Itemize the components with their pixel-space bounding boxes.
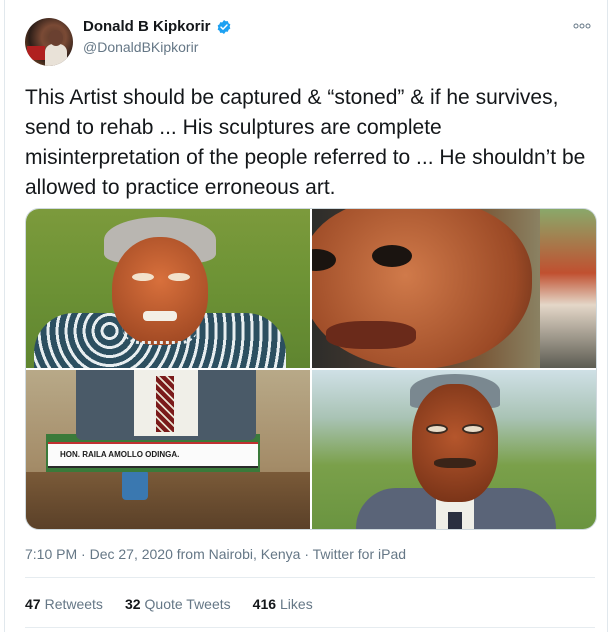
media-photo-2[interactable] [312,209,596,368]
media-photo-4[interactable] [312,370,596,529]
avatar-face-detail [49,30,63,46]
quote-tweets-count: 32 [124,596,141,612]
author-avatar[interactable] [25,18,73,66]
background-detail [540,209,596,368]
avatar-flag-detail [27,46,45,60]
author-handle[interactable]: @DonaldBKipkorir [83,39,198,55]
more-options-icon[interactable] [573,20,591,30]
sculpture-mustache [434,458,476,468]
sculpture-lip [326,321,416,349]
wooden-bench [26,472,310,529]
sculpture-head [412,384,498,502]
retweets-count: 47 [25,596,41,612]
tweet-media-grid: HON. RAILA AMOLLO ODINGA. [25,208,597,530]
blue-object [122,470,148,500]
likes-label: Likes [280,596,313,612]
divider [25,577,595,578]
divider [25,627,595,628]
sculpture-eye [426,424,448,434]
likes-count: 416 [252,596,277,612]
sculpture-eye [462,424,484,434]
verified-badge-icon [217,19,230,34]
sculpture-mouth [143,311,177,321]
sculpture-name-plaque: HON. RAILA AMOLLO ODINGA. [48,442,258,468]
tweet-stats: 47 Retweets 32 Quote Tweets 416 Likes [25,596,313,612]
tweet-timestamp[interactable]: 7:10 PM · Dec 27, 2020 from Nairobi, Ken… [25,546,406,562]
sculpture-tie [156,376,174,432]
sculpture-eye [132,273,154,281]
likes-stat[interactable]: 416 Likes [253,596,313,612]
tweet-header: Donald B Kipkorir @DonaldBKipkorir [25,16,595,66]
retweets-stat[interactable]: 47 Retweets [25,596,103,612]
media-photo-3[interactable]: HON. RAILA AMOLLO ODINGA. [26,370,310,529]
author-display-name[interactable]: Donald B Kipkorir [83,18,211,35]
author-name-row[interactable]: Donald B Kipkorir [83,18,232,35]
sculpture-eye [372,245,412,267]
retweets-label: Retweets [44,596,103,612]
sculpture-collar [122,327,198,344]
quote-tweets-label: Quote Tweets [144,596,231,612]
sculpture-tie [448,512,462,529]
sculpture-eye [168,273,190,281]
quote-tweets-stat[interactable]: 32 Quote Tweets [125,596,231,612]
media-photo-1[interactable] [26,209,310,368]
avatar-shirt-detail [45,44,67,66]
tweet-card: Donald B Kipkorir @DonaldBKipkorir This … [4,0,608,632]
tweet-text: This Artist should be captured & “stoned… [25,86,586,199]
